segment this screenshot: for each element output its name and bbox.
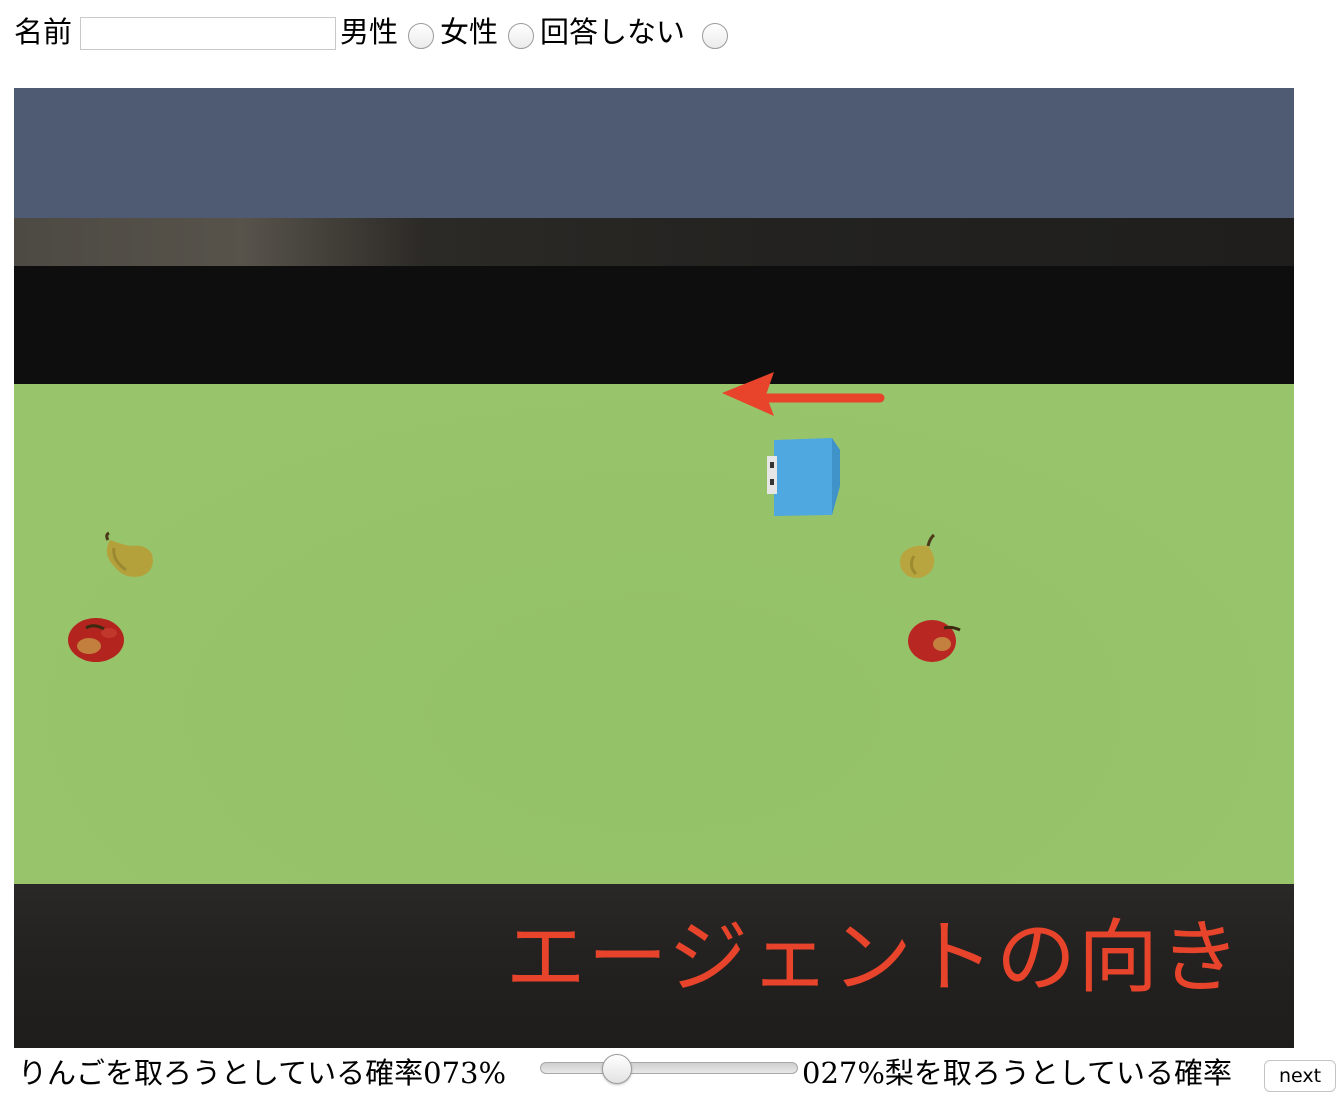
male-radio[interactable] <box>408 23 434 49</box>
apple-icon <box>68 618 124 662</box>
game-canvas: エージェントの向き <box>14 88 1294 1048</box>
agent-cube-icon <box>767 438 840 516</box>
pear-probability-label: 027%梨を取ろうとしている確率 <box>802 1056 1232 1090</box>
probability-slider-track[interactable] <box>540 1062 798 1074</box>
female-label: 女性 <box>440 15 499 49</box>
no-answer-label: 回答しない <box>540 15 686 49</box>
agent-direction-label: エージェントの向き <box>505 911 1242 1004</box>
pear-probability-value: 027% <box>802 1056 885 1090</box>
name-label: 名前 <box>14 15 73 49</box>
direction-arrow-icon <box>722 372 885 416</box>
female-radio[interactable] <box>508 23 534 49</box>
pear-icon <box>900 533 935 578</box>
pear-probability-text: 梨を取ろうとしている確率 <box>884 1056 1233 1090</box>
male-label: 男性 <box>340 15 399 49</box>
apple-probability-label: りんごを取ろうとしている確率073% <box>18 1056 506 1090</box>
apple-probability-text: りんごを取ろうとしている確率 <box>18 1056 424 1090</box>
pear-icon <box>105 531 153 577</box>
no-answer-radio[interactable] <box>702 23 728 49</box>
apple-probability-value: 073% <box>423 1056 507 1090</box>
next-button[interactable]: next <box>1264 1060 1336 1092</box>
apple-icon <box>908 620 961 662</box>
probability-slider-thumb[interactable] <box>602 1054 632 1084</box>
scene-objects <box>68 372 961 662</box>
name-input[interactable] <box>80 17 336 50</box>
